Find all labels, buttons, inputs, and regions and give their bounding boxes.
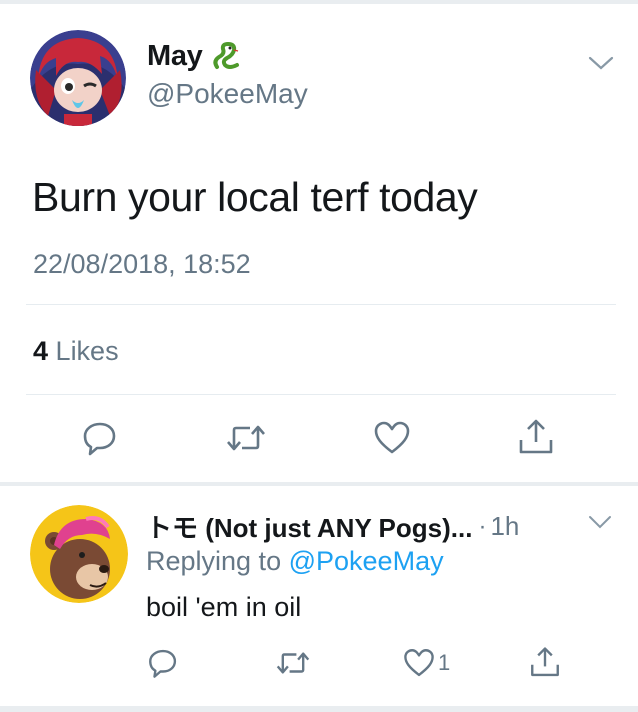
- main-tweet: May @PokeeMay Burn your local terf today…: [0, 4, 638, 482]
- like-button[interactable]: 1: [402, 646, 450, 680]
- display-name[interactable]: May: [147, 40, 203, 73]
- likes-label: Likes: [55, 336, 119, 366]
- share-button[interactable]: [528, 646, 562, 680]
- replying-prefix: Replying to: [146, 546, 282, 576]
- share-icon: [531, 647, 559, 677]
- retweet-icon: [227, 425, 265, 451]
- retweet-button[interactable]: [224, 418, 268, 458]
- divider: [26, 394, 616, 395]
- retweet-button[interactable]: [274, 646, 312, 680]
- heart-icon: [374, 421, 410, 454]
- like-button[interactable]: [372, 418, 412, 458]
- reply-icon: [83, 422, 116, 456]
- tweet-actions: [0, 418, 638, 458]
- reply-actions: 1: [0, 646, 638, 686]
- reply-avatar[interactable]: [30, 505, 128, 603]
- thread-separator: [0, 482, 638, 486]
- heart-icon: [404, 649, 434, 677]
- tweet-timestamp[interactable]: 22/08/2018, 18:52: [33, 249, 251, 280]
- bottom-border: [0, 706, 638, 712]
- reply-icon: [149, 649, 177, 678]
- avatar[interactable]: [30, 30, 126, 126]
- reply-display-name[interactable]: トモ (Not just ANY Pogs)...: [146, 508, 472, 545]
- separator-dot: ·: [478, 512, 487, 540]
- likes-count: 4: [33, 336, 49, 366]
- reply-time[interactable]: 1h: [490, 511, 519, 542]
- reply-header[interactable]: トモ (Not just ANY Pogs)... · 1h: [146, 508, 519, 545]
- retweet-icon: [276, 652, 310, 674]
- replying-to: Replying to @PokeeMay: [146, 546, 444, 577]
- handle[interactable]: @PokeeMay: [147, 78, 308, 110]
- share-button[interactable]: [516, 418, 556, 458]
- tweet-text: Burn your local terf today: [32, 174, 478, 220]
- like-count: 1: [438, 650, 451, 675]
- reply-button[interactable]: [146, 646, 180, 680]
- chevron-down-icon[interactable]: [588, 514, 612, 530]
- chevron-down-icon[interactable]: [588, 54, 614, 72]
- divider: [26, 304, 616, 305]
- author-name-row[interactable]: May: [147, 40, 243, 73]
- reply-button[interactable]: [80, 418, 120, 458]
- share-icon: [519, 419, 553, 454]
- likes-summary[interactable]: 4 Likes: [33, 336, 119, 367]
- snake-emoji-icon: [212, 41, 239, 69]
- reply-text: boil 'em in oil: [146, 592, 302, 622]
- mention-link[interactable]: @PokeeMay: [289, 546, 444, 576]
